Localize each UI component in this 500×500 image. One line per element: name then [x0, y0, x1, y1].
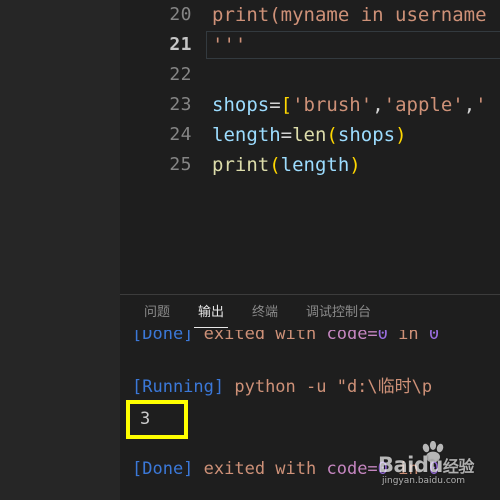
code-token: shops: [212, 94, 270, 116]
output-token: exited with: [193, 330, 327, 344]
panel-divider[interactable]: [120, 294, 500, 295]
code-lines-container: 20 print(myname in username 21 ''' 22 23 shops…: [120, 0, 500, 180]
vscode-window: 20 print(myname in username 21 ''' 22 23 shops…: [0, 0, 500, 500]
current-line-highlight: [206, 31, 500, 59]
output-token: in: [387, 330, 429, 344]
line-number: 25: [169, 154, 192, 175]
code-token: =: [269, 94, 281, 116]
line-number: 24: [169, 124, 192, 145]
output-token: python -u "d:\临时\p: [224, 377, 433, 397]
line-number: 23: [169, 94, 192, 115]
output-token: 0: [377, 459, 388, 479]
code-token: ): [349, 154, 361, 176]
code-token: ''': [212, 34, 247, 56]
bottom-panel: 问题 输出 终端 调试控制台 3 [Done] exited with code=0 …: [120, 295, 500, 500]
output-token: in: [387, 459, 429, 479]
output-token: code=: [326, 330, 378, 344]
output-token: [Running]: [132, 377, 225, 397]
code-token: ): [395, 124, 407, 146]
panel-tab-1[interactable]: 输出: [188, 295, 234, 330]
output-highlight-value: 3: [140, 409, 151, 429]
code-token: ,: [463, 94, 476, 116]
code-line[interactable]: 24 length=len(shops): [120, 120, 500, 150]
code-token: length: [212, 124, 281, 146]
sidebar-strip: [0, 0, 120, 500]
code-token: [: [280, 94, 293, 116]
code-editor[interactable]: 20 print(myname in username 21 ''' 22 23 shops…: [120, 0, 500, 295]
code-line[interactable]: 21 ''': [120, 30, 500, 60]
code-token: 'brush': [292, 94, 373, 116]
code-line[interactable]: 23 shops=['brush','apple',': [120, 90, 500, 120]
output-token: exited with: [193, 459, 327, 479]
code-token: (: [326, 124, 338, 146]
code-token: length: [280, 154, 350, 176]
code-token: ': [475, 94, 487, 116]
panel-tab-label: 问题: [144, 305, 171, 320]
output-token: 0: [377, 330, 388, 344]
output-line: [Done] exited with code=0 in 0: [132, 454, 500, 484]
code-line-text: print(length): [212, 150, 361, 180]
output-line: [Running] python -u "d:\临时\p: [132, 372, 500, 402]
code-token: shops: [337, 124, 396, 146]
panel-tab-label: 调试控制台: [306, 305, 372, 320]
output-token: code=: [326, 459, 378, 479]
panel-tab-label: 终端: [252, 305, 279, 320]
output-console[interactable]: 3 [Done] exited with code=0 in 0 [Running…: [120, 330, 500, 484]
code-token: 'apple': [383, 94, 464, 116]
panel-tab-bar: 问题 输出 终端 调试控制台: [120, 295, 500, 330]
code-line[interactable]: 25 print(length): [120, 150, 500, 180]
code-line-text: print(myname in username: [212, 0, 487, 30]
output-token: [Done]: [132, 459, 194, 479]
code-token: len: [292, 124, 327, 146]
output-token: 0: [428, 330, 440, 344]
output-token: 0: [428, 459, 440, 479]
code-line-text: shops=['brush','apple',': [212, 90, 487, 120]
panel-tab-label: 输出: [198, 305, 225, 320]
output-line: [Done] exited with code=0 in 0: [132, 330, 500, 346]
line-number: 22: [169, 64, 192, 85]
code-token: (: [269, 154, 281, 176]
line-number: 21: [169, 34, 192, 55]
code-token: print: [212, 154, 270, 176]
code-line-text: ''': [212, 30, 246, 60]
code-token: =: [280, 124, 293, 146]
code-line[interactable]: 22: [120, 60, 500, 90]
panel-tab-2[interactable]: 终端: [242, 295, 288, 330]
code-token: print(myname in username: [212, 4, 487, 26]
panel-tab-0[interactable]: 问题: [134, 295, 180, 330]
code-token: ,: [372, 94, 384, 116]
code-line-text: length=len(shops): [212, 120, 407, 150]
output-token: [Done]: [132, 330, 194, 344]
line-number: 20: [169, 4, 192, 25]
panel-tab-3[interactable]: 调试控制台: [296, 295, 381, 330]
code-line[interactable]: 20 print(myname in username: [120, 0, 500, 30]
